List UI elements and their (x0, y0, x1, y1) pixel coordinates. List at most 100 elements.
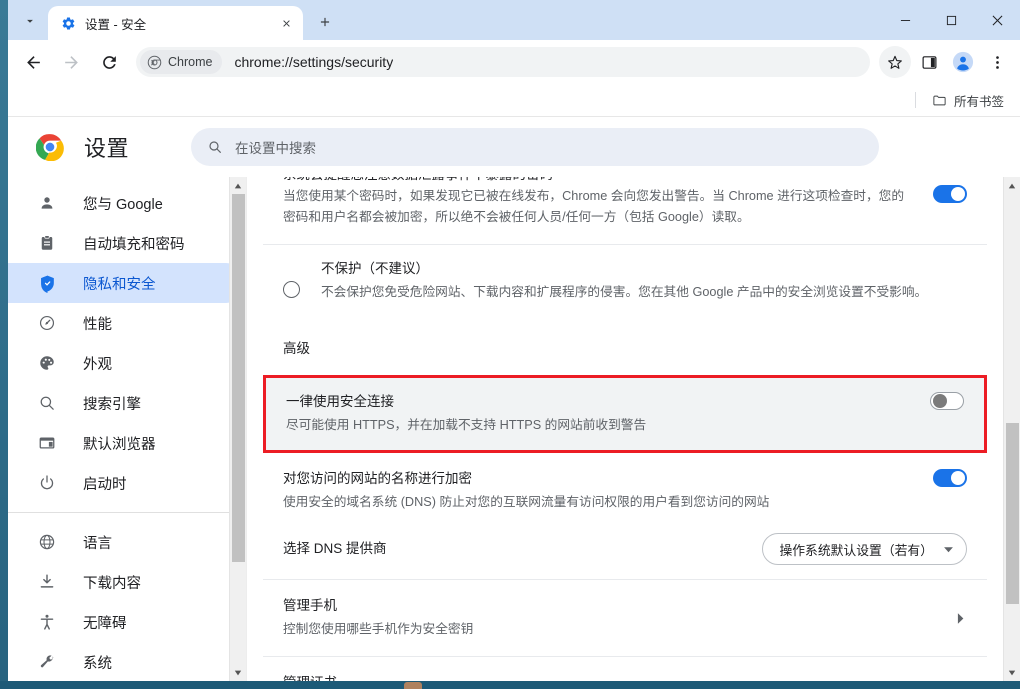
dns-provider-select[interactable]: 操作系统默认设置（若有） (762, 533, 967, 565)
password-leak-row[interactable]: 系统会提醒您注意数据泄露事件中暴露的密码 当您使用某个密码时，如果发现它已被在线… (263, 177, 987, 245)
side-panel-button[interactable] (913, 46, 945, 78)
sidebar-item-label: 隐私和安全 (83, 276, 156, 293)
row-title: 管理手机 (283, 598, 337, 613)
content-scrollbar[interactable] (1003, 177, 1020, 681)
row-text: 选择 DNS 提供商 (283, 539, 742, 559)
row-description: 使用安全的域名系统 (DNS) 防止对您的互联网流量有访问权限的用户看到您访问的… (283, 495, 770, 509)
https-row-highlight: 一律使用安全连接 尽可能使用 HTTPS，并在加载不支持 HTTPS 的网站前收… (263, 375, 987, 453)
row-description: 控制您使用哪些手机作为安全密钥 (283, 622, 474, 636)
tab-search-button[interactable] (16, 7, 44, 35)
chevron-right-icon[interactable] (954, 612, 967, 625)
profile-avatar-button[interactable] (947, 46, 979, 78)
no-protection-row[interactable]: 不保护（不建议） 不会保护您免受危险网站、下载内容和扩展程序的侵害。您在其他 G… (263, 245, 987, 317)
settings-header: 设置 在设置中搜索 (8, 117, 1020, 177)
content-scroll-track[interactable] (1004, 194, 1020, 664)
maximize-button[interactable] (928, 4, 974, 36)
folder-icon (933, 95, 946, 105)
back-button[interactable] (17, 46, 49, 78)
tab-title: 设置 - 安全 (85, 17, 147, 32)
wrench-icon (37, 652, 57, 672)
sidebar-item-accessibility[interactable]: 无障碍 (8, 602, 246, 642)
sidebar-item-label: 默认浏览器 (83, 436, 156, 453)
power-icon (37, 473, 57, 493)
sidebar-item-label: 系统 (83, 655, 112, 672)
settings-search-placeholder: 在设置中搜索 (235, 141, 317, 156)
forward-button[interactable] (55, 46, 87, 78)
back-arrow-icon (26, 55, 40, 69)
browser-window-icon (37, 433, 57, 453)
side-panel-icon (922, 55, 936, 69)
sidebar-item-label: 搜索引擎 (83, 396, 141, 413)
no-protection-radio[interactable] (283, 281, 300, 298)
all-bookmarks-label: 所有书签 (953, 94, 1004, 109)
origin-chip[interactable]: Chrome (140, 50, 223, 74)
sidebar-separator (8, 512, 246, 513)
url-text: chrome://settings/security (234, 54, 394, 70)
browser-toolbar: Chrome chrome://settings/security (8, 40, 1020, 84)
row-description: 当您使用某个密码时，如果发现它已被在线发布，Chrome 会向您发出警告。当 C… (283, 189, 905, 224)
minimize-button[interactable] (882, 4, 928, 36)
row-text: 管理证书 管理 HTTPS/SSL 证书和设置 (283, 673, 930, 681)
always-use-secure-connections-toggle[interactable] (930, 392, 964, 410)
browser-window: 设置 - 安全 Chrome chrome://settings/securit… (8, 0, 1020, 681)
row-description: 不会保护您免受危险网站、下载内容和扩展程序的侵害。您在其他 Google 产品中… (321, 285, 928, 299)
new-tab-button[interactable] (311, 8, 339, 36)
sidebar-scrollbar[interactable] (229, 177, 246, 681)
browser-menu-button[interactable] (981, 46, 1013, 78)
manage-certificates-row[interactable]: 管理证书 管理 HTTPS/SSL 证书和设置 (263, 657, 987, 681)
dns-provider-row: 选择 DNS 提供商 操作系统默认设置（若有） (263, 519, 987, 580)
sidebar-item-label: 启动时 (83, 476, 127, 493)
scroll-down-arrow-icon[interactable] (1004, 664, 1020, 681)
sidebar-item-appearance[interactable]: 外观 (8, 343, 246, 383)
sidebar-scroll-track[interactable] (230, 194, 247, 664)
taskbar-app-icon[interactable] (404, 682, 422, 689)
sidebar-item-on-startup[interactable]: 启动时 (8, 463, 246, 503)
palette-icon (37, 353, 57, 373)
close-window-button[interactable] (974, 4, 1020, 36)
password-leak-toggle[interactable] (933, 185, 967, 203)
sidebar-item-label: 无障碍 (83, 615, 127, 632)
browser-tab[interactable]: 设置 - 安全 (48, 6, 303, 40)
dns-provider-label: 选择 DNS 提供商 (283, 541, 387, 556)
sidebar-item-downloads[interactable]: 下载内容 (8, 562, 246, 602)
always-use-secure-connections-row[interactable]: 一律使用安全连接 尽可能使用 HTTPS，并在加载不支持 HTTPS 的网站前收… (266, 378, 984, 450)
globe-icon (37, 532, 57, 552)
sidebar-scroll-thumb[interactable] (231, 194, 245, 562)
download-icon (37, 572, 57, 592)
sidebar-item-you-and-google[interactable]: 您与 Google (8, 183, 246, 223)
bookmark-star-button[interactable] (879, 46, 911, 78)
scroll-down-arrow-icon[interactable] (230, 664, 247, 681)
address-bar[interactable]: Chrome chrome://settings/security (136, 47, 870, 77)
shield-icon (37, 273, 57, 293)
sidebar-item-autofill-passwords[interactable]: 自动填充和密码 (8, 223, 246, 263)
sidebar-item-system[interactable]: 系统 (8, 642, 246, 681)
settings-page: 设置 在设置中搜索 您与 Google 自动填充和密码 隐私和安全 性能 外观 … (8, 116, 1020, 681)
secure-dns-card: 对您访问的网站的名称进行加密 使用安全的域名系统 (DNS) 防止对您的互联网流… (263, 453, 987, 681)
sidebar-item-languages[interactable]: 语言 (8, 522, 246, 562)
clipped-heading: 系统会提醒您注意数据泄露事件中暴露的密码 (283, 177, 553, 185)
all-bookmarks-button[interactable]: 所有书签 (926, 87, 1010, 114)
scroll-up-arrow-icon[interactable] (230, 177, 247, 194)
search-icon (209, 141, 221, 153)
settings-search-box[interactable]: 在设置中搜索 (191, 128, 880, 166)
content-scroll-thumb[interactable] (1005, 423, 1019, 604)
sidebar-item-label: 外观 (83, 356, 112, 373)
row-control: 操作系统默认设置（若有） (762, 533, 967, 565)
row-text: 对您访问的网站的名称进行加密 使用安全的域名系统 (DNS) 防止对您的互联网流… (283, 469, 913, 513)
reload-button[interactable] (93, 46, 125, 78)
plus-icon (320, 17, 330, 27)
row-title: 管理证书 (283, 673, 930, 681)
forward-arrow-icon (64, 55, 78, 69)
manage-phones-row[interactable]: 管理手机 控制您使用哪些手机作为安全密钥 (263, 580, 987, 657)
scroll-up-arrow-icon[interactable] (1004, 177, 1020, 194)
sidebar-item-privacy-security[interactable]: 隐私和安全 (8, 263, 246, 303)
secure-dns-row[interactable]: 对您访问的网站的名称进行加密 使用安全的域名系统 (DNS) 防止对您的互联网流… (263, 453, 987, 519)
sidebar-item-performance[interactable]: 性能 (8, 303, 246, 343)
sidebar-item-search-engine[interactable]: 搜索引擎 (8, 383, 246, 423)
tab-close-button[interactable] (277, 14, 295, 32)
secure-dns-toggle[interactable] (933, 469, 967, 487)
dns-provider-selected-value: 操作系统默认设置（若有） (779, 542, 933, 558)
chevron-down-icon (944, 546, 953, 552)
sidebar-item-default-browser[interactable]: 默认浏览器 (8, 423, 246, 463)
star-icon (888, 55, 902, 69)
